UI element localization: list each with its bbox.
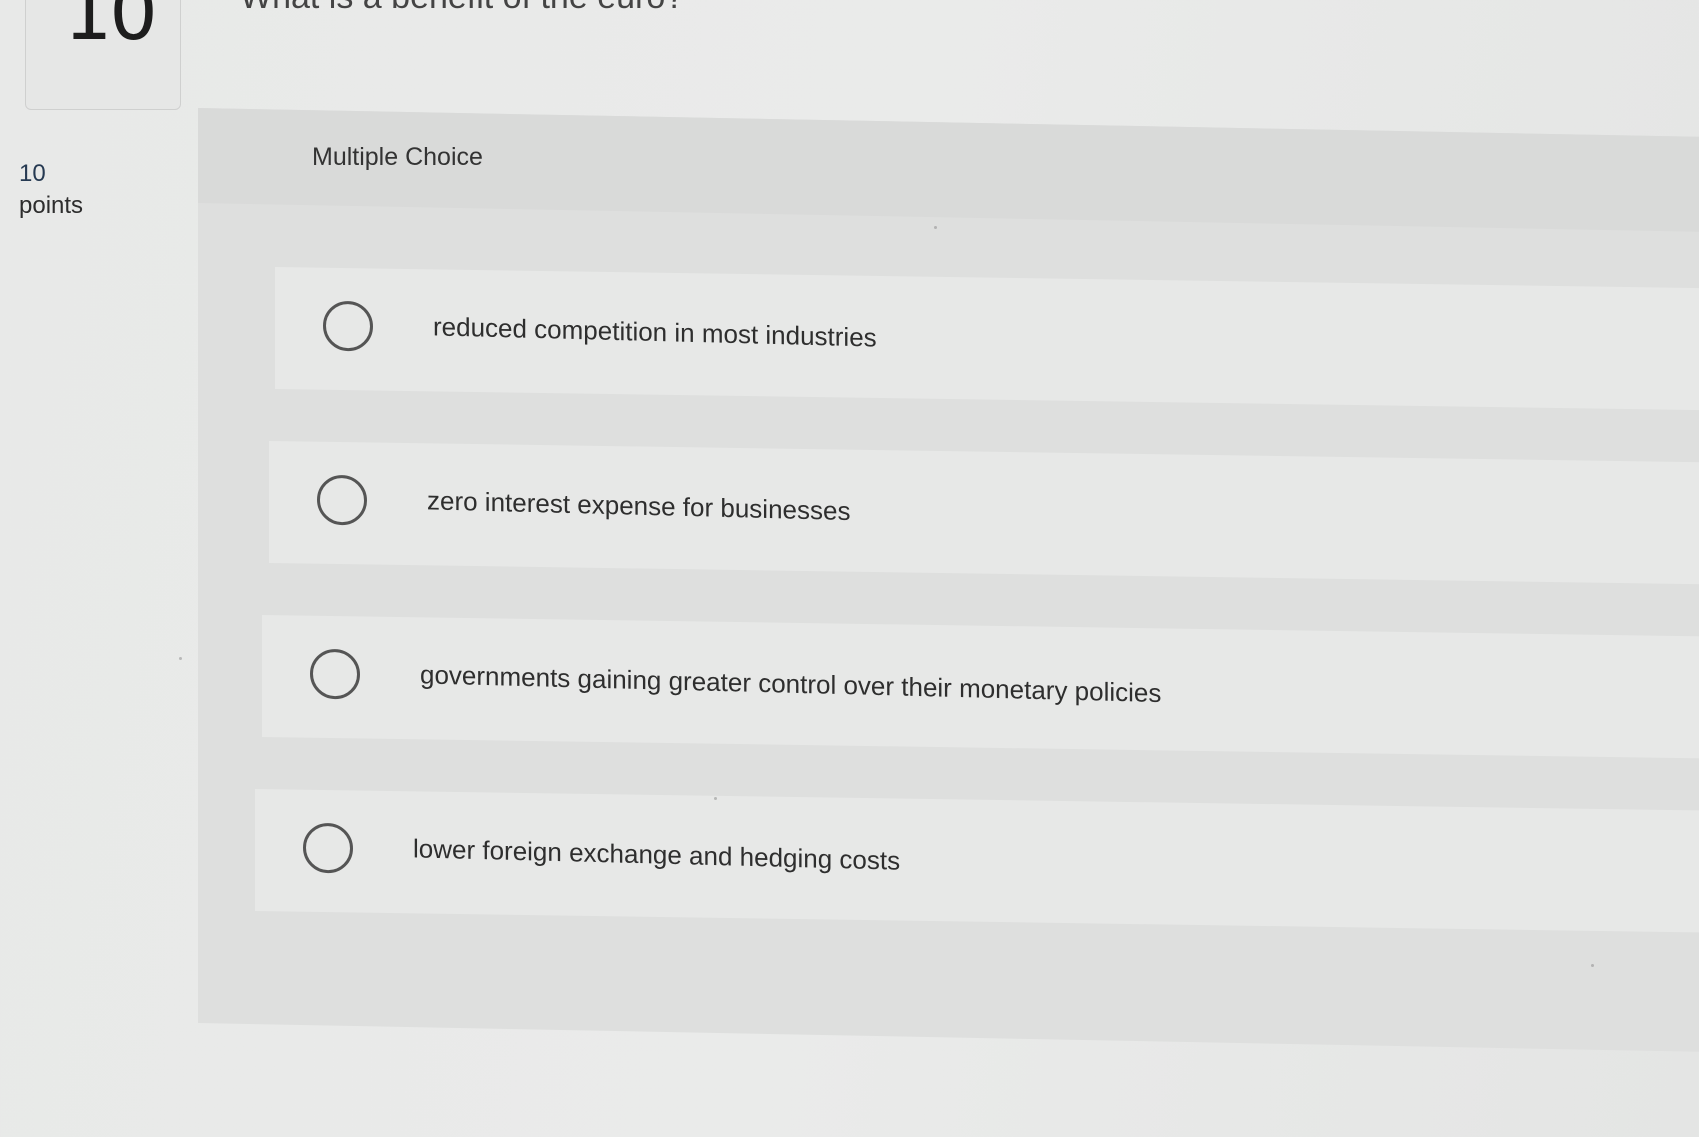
answer-choice-label[interactable]: governments gaining greater control over…	[420, 659, 1161, 709]
answer-choice-label[interactable]: reduced competition in most industries	[433, 311, 877, 353]
question-text: What is a benefit of the euro?	[240, 0, 684, 17]
screen-speck	[179, 657, 182, 660]
answer-choice-4[interactable]: lower foreign exchange and hedging costs	[255, 789, 1699, 933]
answer-choice-label[interactable]: zero interest expense for businesses	[427, 485, 850, 527]
question-number: 10	[64, 0, 158, 57]
answer-choice-3[interactable]: governments gaining greater control over…	[262, 615, 1699, 759]
points-label: points	[19, 192, 84, 219]
radio-button-3[interactable]	[310, 648, 360, 700]
radio-button-4[interactable]	[303, 822, 353, 874]
answer-choice-1[interactable]: reduced competition in most industries	[275, 267, 1699, 411]
points-block: 10 points	[19, 158, 83, 222]
screen-speck	[1591, 964, 1594, 967]
points-value: 10	[19, 160, 46, 187]
screen-speck	[714, 797, 717, 800]
radio-button-2[interactable]	[317, 474, 367, 526]
answer-choice-label[interactable]: lower foreign exchange and hedging costs	[413, 833, 900, 876]
answer-choice-2[interactable]: zero interest expense for businesses	[269, 441, 1699, 585]
radio-button-1[interactable]	[323, 300, 373, 352]
question-number-box: 10	[25, 0, 181, 110]
screen-speck	[934, 226, 937, 229]
question-type-label: Multiple Choice	[312, 143, 483, 171]
